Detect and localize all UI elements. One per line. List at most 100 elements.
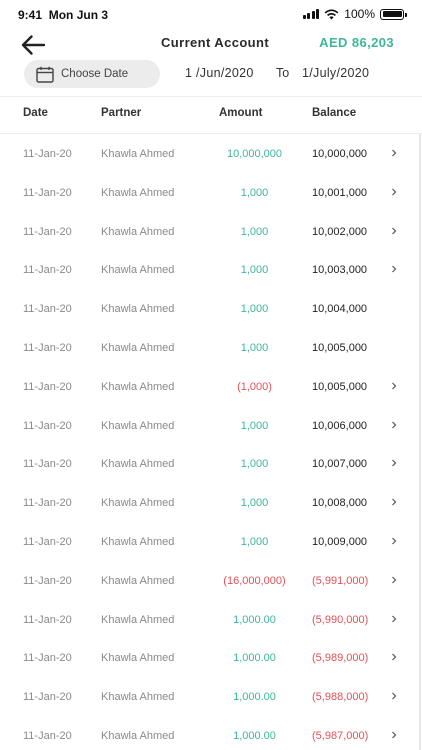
chevron-right-icon xyxy=(392,382,397,390)
table-row[interactable]: 11-Jan-20 Khawla Ahmed 1,000.00 (5,990,000) xyxy=(0,600,422,639)
header: Current Account AED 86,203 xyxy=(0,30,422,60)
row-partner: Khawla Ahmed xyxy=(101,652,175,665)
chevron-right-icon xyxy=(392,731,397,739)
table-row[interactable]: 11-Jan-20 Khawla Ahmed 1,000 10,008,000 xyxy=(0,483,422,522)
arrow-left-icon xyxy=(21,35,46,55)
row-balance: 10,007,000 xyxy=(312,458,368,471)
row-partner: Khawla Ahmed xyxy=(101,497,175,510)
table-row[interactable]: 11-Jan-20 Khawla Ahmed 1,000 10,007,000 xyxy=(0,444,422,483)
row-partner: Khawla Ahmed xyxy=(101,186,175,199)
table-row[interactable]: 11-Jan-20 Khawla Ahmed 1,000 10,002,000 xyxy=(0,212,422,251)
row-balance: (5,987,000) xyxy=(312,729,369,742)
row-date: 11-Jan-20 xyxy=(23,691,72,704)
row-balance: 10,002,000 xyxy=(312,225,368,238)
chevron-right-icon xyxy=(392,615,397,622)
row-balance: (5,991,000) xyxy=(312,574,369,587)
row-amount: (16,000,000) xyxy=(223,574,286,587)
table-row[interactable]: 11-Jan-20 Khawla Ahmed (16,000,000) (5,991,… xyxy=(0,561,422,600)
row-partner: Khawla Ahmed xyxy=(101,419,175,432)
row-partner: Khawla Ahmed xyxy=(101,380,175,393)
row-balance: 10,009,000 xyxy=(312,535,368,548)
chevron-right-icon xyxy=(392,653,397,661)
account-balance: AED 86,203 xyxy=(319,35,394,50)
table-row[interactable]: 11-Jan-20 Khawla Ahmed 1,000 10,009,000 xyxy=(0,522,422,561)
date-from[interactable]: 1 /Jun/2020 xyxy=(185,66,254,80)
table-row[interactable]: 11-Jan-20 Khawla Ahmed 1,000 10,006,000 xyxy=(0,406,422,445)
row-date: 11-Jan-20 xyxy=(23,186,72,199)
row-date: 11-Jan-20 xyxy=(23,225,72,238)
row-partner: Khawla Ahmed xyxy=(101,729,175,742)
table-row[interactable]: 11-Jan-20 Khawla Ahmed 1,000.00 (5,989,000) xyxy=(0,638,422,677)
row-date: 11-Jan-20 xyxy=(23,419,72,432)
row-partner: Khawla Ahmed xyxy=(101,535,175,548)
date-filter: Choose Date 1 /Jun/2020 To 1/July/2020 xyxy=(0,60,422,90)
row-amount: 1,000 xyxy=(240,225,269,238)
choose-date-button[interactable]: Choose Date xyxy=(24,60,160,88)
row-date: 11-Jan-20 xyxy=(23,652,72,665)
chevron-right-icon xyxy=(392,692,397,700)
row-partner: Khawla Ahmed xyxy=(101,225,175,238)
table-row[interactable]: 11-Jan-20 Khawla Ahmed 1,000.00 (5,988,000) xyxy=(0,677,422,716)
row-partner: Khawla Ahmed xyxy=(101,341,175,354)
chevron-right-icon xyxy=(392,227,397,235)
row-date: 11-Jan-20 xyxy=(23,264,72,277)
battery-percent: 100% xyxy=(344,7,375,21)
choose-date-label: Choose Date xyxy=(61,68,129,80)
table-row[interactable]: 11-Jan-20 Khawla Ahmed 1,000.00 (5,987,000) xyxy=(0,716,422,750)
chevron-right-icon xyxy=(392,265,397,273)
row-amount: 1,000 xyxy=(240,535,269,548)
table-row[interactable]: 11-Jan-20 Khawla Ahmed 1,000 10,001,000 xyxy=(0,173,422,212)
back-button[interactable] xyxy=(20,34,48,58)
chevron-right-icon xyxy=(392,459,397,467)
row-amount: 1,000 xyxy=(240,341,269,354)
date-to-label: To xyxy=(276,66,290,80)
row-amount: 1,000.00 xyxy=(233,652,276,665)
column-header-balance: Balance xyxy=(312,107,357,119)
row-partner: Khawla Ahmed xyxy=(101,574,175,587)
row-balance: 10,005,000 xyxy=(312,341,368,354)
row-partner: Khawla Ahmed xyxy=(101,613,175,626)
wifi-icon xyxy=(324,9,339,19)
row-amount: (1,000) xyxy=(237,380,272,393)
table-row[interactable]: 11-Jan-20 Khawla Ahmed 10,000,000 10,000,00… xyxy=(0,134,422,173)
table-row[interactable]: 11-Jan-20 Khawla Ahmed 1,000 10,005,000 xyxy=(0,328,422,367)
battery-icon xyxy=(380,8,407,20)
column-header-partner: Partner xyxy=(101,107,142,119)
row-partner: Khawla Ahmed xyxy=(101,264,175,277)
transactions-list: 11-Jan-20 Khawla Ahmed 10,000,000 10,000,00… xyxy=(0,134,422,750)
row-amount: 1,000 xyxy=(240,497,269,510)
row-balance: 10,001,000 xyxy=(312,186,368,199)
row-partner: Khawla Ahmed xyxy=(101,691,175,704)
row-amount: 1,000.00 xyxy=(233,729,276,742)
row-date: 11-Jan-20 xyxy=(23,613,72,626)
cellular-signal-icon xyxy=(302,9,320,19)
row-amount: 1,000.00 xyxy=(233,691,276,704)
row-amount: 1,000 xyxy=(240,186,269,199)
row-date: 11-Jan-20 xyxy=(23,497,72,510)
row-partner: Khawla Ahmed xyxy=(101,303,175,316)
row-partner: Khawla Ahmed xyxy=(101,148,175,160)
row-date: 11-Jan-20 xyxy=(23,458,72,471)
table-row[interactable]: 11-Jan-20 Khawla Ahmed 1,000 10,004,000 xyxy=(0,289,422,328)
row-balance: 10,005,000 xyxy=(312,380,368,393)
chevron-right-icon xyxy=(392,537,397,545)
chevron-right-icon xyxy=(392,576,397,584)
row-partner: Khawla Ahmed xyxy=(101,458,175,471)
row-date: 11-Jan-20 xyxy=(23,148,72,160)
row-amount: 1,000 xyxy=(240,419,269,432)
row-date: 11-Jan-20 xyxy=(23,380,72,393)
status-date: Mon Jun 3 xyxy=(48,8,109,22)
chevron-right-icon xyxy=(392,498,397,506)
row-amount: 1,000 xyxy=(240,264,269,277)
row-date: 11-Jan-20 xyxy=(23,574,72,587)
row-date: 11-Jan-20 xyxy=(23,303,72,316)
row-amount: 1,000 xyxy=(240,458,269,471)
row-balance: 10,003,000 xyxy=(312,264,368,277)
status-icons: 100% xyxy=(302,7,407,21)
chevron-right-icon xyxy=(392,188,397,196)
table-row[interactable]: 11-Jan-20 Khawla Ahmed (1,000) 10,005,000 xyxy=(0,367,422,406)
status-bar: 9:41 Mon Jun 3 100% xyxy=(0,0,422,30)
date-to[interactable]: 1/July/2020 xyxy=(302,66,369,80)
table-row[interactable]: 11-Jan-20 Khawla Ahmed 1,000 10,003,000 xyxy=(0,250,422,289)
scrollbar[interactable] xyxy=(419,134,421,750)
